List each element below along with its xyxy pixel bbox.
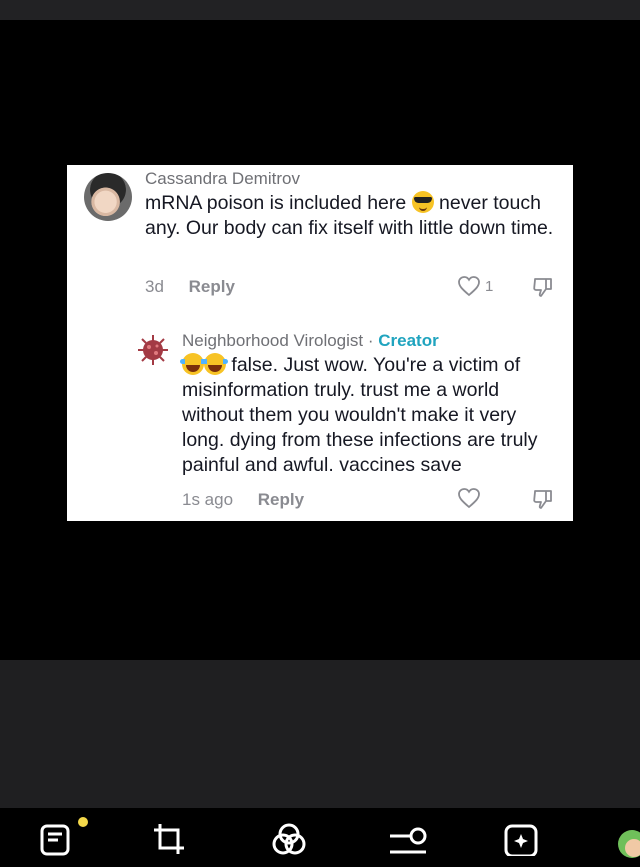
dislike-button[interactable] — [531, 275, 555, 299]
avatar[interactable] — [84, 173, 132, 221]
like-count: 1 — [485, 277, 494, 295]
comment-text-part: mRNA poison is included here — [145, 192, 412, 214]
reply-text: false. Just wow. You're a victim of misi… — [180, 353, 562, 478]
heart-icon — [458, 488, 480, 509]
avatar[interactable] — [136, 333, 170, 367]
enhance-icon[interactable] — [504, 822, 538, 858]
comment-author[interactable]: Neighborhood Virologist — [182, 331, 363, 350]
avatar-icon[interactable] — [616, 822, 640, 858]
editor-toolbar — [0, 808, 640, 858]
reply-button[interactable]: Reply — [258, 490, 304, 509]
comment-text-part: false. Just wow. You're a victim of misi… — [182, 354, 538, 476]
edit-text-icon[interactable] — [40, 822, 74, 856]
adjust-icon[interactable] — [388, 822, 427, 856]
reply-button[interactable]: Reply — [189, 277, 235, 296]
comment-screenshot-card: Cassandra Demitrov mRNA poison is includ… — [67, 165, 573, 521]
tears-of-joy-emoji-icon — [180, 353, 206, 375]
tears-of-joy-emoji-icon — [202, 353, 228, 375]
crop-icon[interactable] — [152, 822, 186, 856]
thumbs-down-icon — [533, 278, 552, 297]
top-status-strip — [0, 0, 640, 20]
like-button[interactable]: 1 — [457, 275, 493, 297]
thumbs-down-icon — [533, 490, 552, 509]
virus-icon — [138, 335, 168, 365]
heart-icon — [458, 276, 480, 297]
sunglasses-emoji-icon — [411, 191, 434, 213]
comment-text: mRNA poison is included here never touch… — [145, 191, 555, 241]
reply-meta: 1s ago Reply — [182, 490, 304, 510]
comment-time: 3d — [145, 277, 164, 296]
like-button[interactable] — [457, 487, 481, 509]
comment-author[interactable]: Cassandra Demitrov — [145, 169, 300, 189]
editor-panel — [0, 660, 640, 808]
separator: · — [363, 331, 379, 350]
notification-dot — [78, 817, 88, 827]
comment-meta: 3d Reply — [145, 277, 235, 297]
filters-icon[interactable] — [272, 822, 306, 856]
dislike-button[interactable] — [531, 487, 555, 511]
reply-author-line: Neighborhood Virologist · Creator — [182, 331, 439, 351]
creator-badge: Creator — [378, 331, 439, 350]
comment-time: 1s ago — [182, 490, 234, 509]
